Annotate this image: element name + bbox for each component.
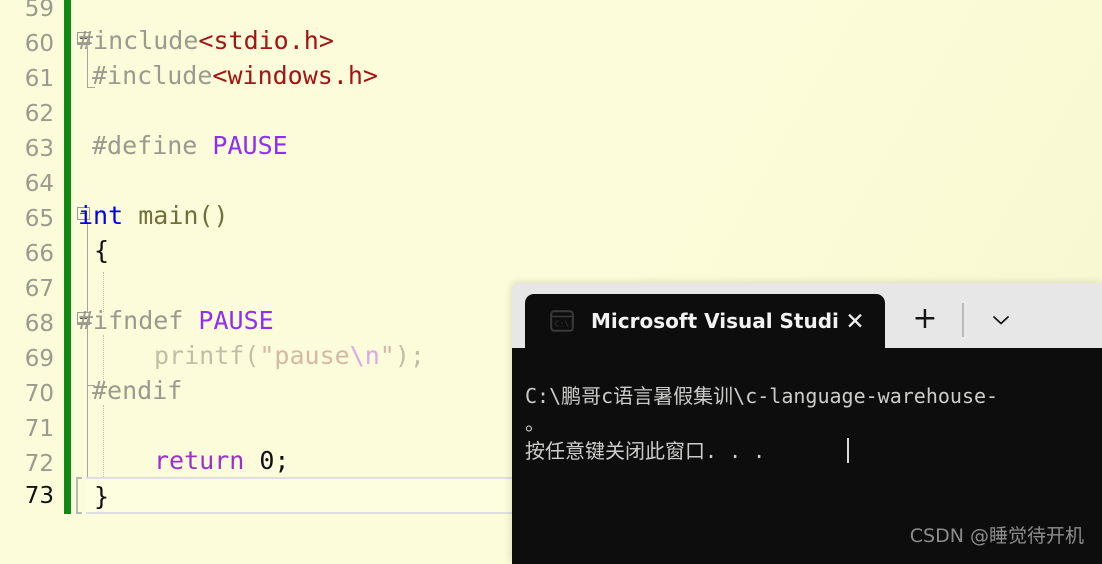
console-output-line: C:\鹏哥c语言暑假集训\c-language-warehouse- [525,384,999,408]
code-token-fn-main: main() [138,201,229,230]
line-number: 71 [24,416,54,442]
line-number: 70 [24,381,54,407]
console-output-line: 按任意键关闭此窗口. . . [525,439,766,463]
line-number: 59 [24,0,54,22]
line-number: 66 [24,241,54,267]
code-token-define: #define [92,131,198,160]
code-line-60[interactable]: #include<stdio.h> [78,28,334,53]
console-tab-strip[interactable]: C:\ Microsoft Visual Studio 调试控 ✕ + [512,283,1102,348]
chevron-down-icon[interactable] [980,301,1022,339]
code-token-stdio-header: <stdio.h> [198,26,334,55]
code-token-include: #include [78,26,199,55]
code-token-keyword-return: return [154,446,245,475]
code-token-macro-pause: PAUSE [198,306,274,335]
code-token-ifndef: #ifndef [78,306,184,335]
indent-guide [103,405,105,477]
screenshot-root: 59 60 61 62 63 64 65 66 67 68 69 70 71 7… [0,0,1102,564]
code-line-69[interactable]: printf("pause\n"); [154,343,425,368]
line-number: 68 [24,311,54,337]
code-line-63[interactable]: #define PAUSE [92,133,288,158]
cmd-console-icon: C:\ [550,310,574,332]
code-token-printf-tail: ); [394,341,425,370]
tab-strip-divider [962,303,964,337]
change-bar [64,0,71,514]
line-number: 64 [24,171,54,197]
structure-guide [87,327,88,385]
code-token-brace-close: } [94,482,110,511]
close-icon[interactable]: ✕ [841,308,869,336]
code-line-61[interactable]: #include<windows.h> [92,63,378,88]
code-line-66[interactable]: { [94,238,109,263]
current-line-bracket [76,477,82,514]
code-token-keyword-int: int [78,201,124,230]
console-window[interactable]: C:\ Microsoft Visual Studio 调试控 ✕ + C:\鹏… [512,283,1102,564]
console-output-area[interactable]: C:\鹏哥c语言暑假集训\c-language-warehouse- 。 按任意… [512,348,1102,564]
line-number: 67 [24,276,54,302]
code-token-printf-string: "pause [259,341,350,370]
console-caret [847,438,849,463]
line-number: 60 [24,31,54,57]
code-token-include: #include [92,61,213,90]
line-number-gutter: 59 60 61 62 63 64 65 66 67 68 69 70 71 7… [0,0,62,564]
line-number: 69 [24,346,54,372]
line-number: 61 [24,66,54,92]
code-line-70[interactable]: #endif [92,378,182,403]
code-line-72[interactable]: return 0; [154,448,289,473]
code-line-68[interactable]: #ifndef PAUSE [78,308,274,333]
console-output-line: 。 [525,411,545,435]
code-token-printf-string-end: " [379,341,395,370]
code-line-73[interactable]: } [94,484,109,509]
new-tab-button[interactable]: + [904,300,946,338]
svg-text:C:\: C:\ [555,320,570,329]
code-line-65[interactable]: int main() [78,203,229,228]
code-token-endif: #endif [92,376,183,405]
code-token-brace-open: { [94,236,110,265]
code-token-return-value: 0; [259,446,290,475]
console-tab[interactable]: C:\ Microsoft Visual Studio 调试控 ✕ [525,294,885,348]
line-number: 65 [24,206,54,232]
csdn-watermark: CSDN @睡觉待开机 [909,525,1084,547]
line-number: 62 [24,101,54,127]
code-token-printf: printf( [154,341,260,370]
console-tab-title: Microsoft Visual Studio 调试控 [591,309,838,333]
code-token-windows-header: <windows.h> [212,61,378,90]
code-token-macro-pause: PAUSE [212,131,288,160]
line-number-current: 73 [24,483,54,509]
code-token-printf-escape: \n [349,341,380,370]
line-number: 63 [24,136,54,162]
line-number: 72 [24,451,54,477]
